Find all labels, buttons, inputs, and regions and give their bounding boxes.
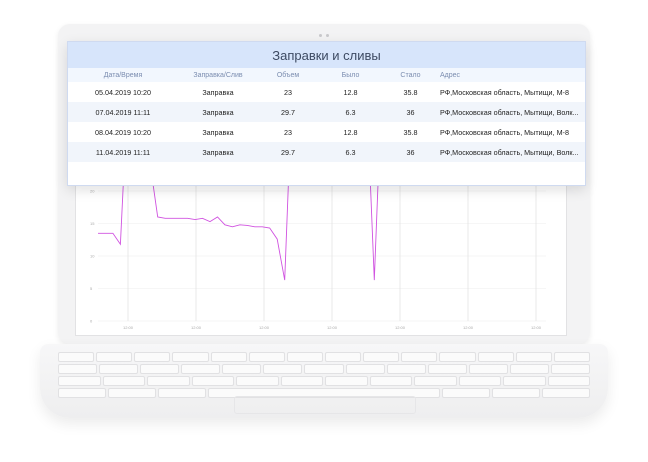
y-tick-label: 10 [90, 254, 95, 259]
cell-address: РФ,Московская область, Мытищи, Волк... [440, 147, 579, 157]
cell-datetime: 05.04.2019 10:20 [95, 87, 151, 97]
cell-address: РФ,Московская область, Мытищи, Волк... [440, 107, 579, 117]
col-volume[interactable]: Объем [258, 72, 318, 79]
cell-volume: 23 [284, 127, 292, 137]
table-row[interactable]: 11.04.2019 11:11 Заправка 29.7 6.3 36 РФ… [68, 142, 585, 162]
cell-datetime: 11.04.2019 11:11 [95, 147, 151, 157]
cell-address: РФ,Московская область, Мытищи, М-8 [440, 87, 569, 97]
table-row[interactable]: 08.04.2019 10:20 Заправка 23 12.8 35.8 Р… [68, 122, 585, 142]
col-address[interactable]: Адрес [438, 72, 585, 79]
popup-title: Заправки и сливы [68, 42, 585, 68]
cell-before: 12.8 [343, 127, 358, 137]
y-tick-label: 20 [90, 189, 95, 194]
refuel-popup: Заправки и сливы Дата/Время Заправка/Сли… [67, 41, 586, 186]
y-tick-label: 0 [90, 319, 93, 324]
trackpad [234, 396, 416, 414]
cell-before: 6.3 [345, 147, 356, 157]
x-tick-label: 12:00 [463, 325, 474, 330]
table-row[interactable]: 07.04.2019 11:11 Заправка 29.7 6.3 36 РФ… [68, 102, 585, 122]
cell-address: РФ,Московская область, Мытищи, М-8 [440, 127, 569, 137]
y-tick-label: 15 [90, 221, 95, 226]
cell-type: Заправка [202, 127, 234, 137]
col-datetime[interactable]: Дата/Время [68, 72, 178, 79]
cell-before: 12.8 [343, 87, 358, 97]
table-header: Дата/Время Заправка/Слив Объем Было Стал… [68, 68, 585, 82]
cell-datetime: 07.04.2019 11:11 [95, 107, 151, 117]
x-tick-label: 12:00 [191, 325, 202, 330]
table-row[interactable]: 05.04.2019 10:20 Заправка 23 12.8 35.8 Р… [68, 82, 585, 102]
cell-after: 35.8 [403, 127, 418, 137]
cell-before: 6.3 [345, 107, 356, 117]
cell-after: 35.8 [403, 87, 418, 97]
x-tick-label: 12:00 [123, 325, 134, 330]
x-tick-label: 12:00 [259, 325, 270, 330]
col-type[interactable]: Заправка/Слив [178, 72, 258, 79]
y-tick-label: 5 [90, 286, 93, 291]
cell-datetime: 08.04.2019 10:20 [95, 127, 151, 137]
cell-after: 36 [406, 107, 415, 117]
cell-volume: 23 [284, 87, 292, 97]
camera-icon [319, 34, 329, 37]
col-before[interactable]: Было [318, 72, 383, 79]
keyboard [58, 352, 591, 398]
cell-type: Заправка [202, 87, 234, 97]
x-tick-label: 12:00 [327, 325, 338, 330]
cell-after: 36 [406, 147, 415, 157]
cell-volume: 29.7 [281, 107, 295, 117]
x-tick-label: 12:00 [531, 325, 542, 330]
x-tick-label: 12:00 [395, 325, 406, 330]
cell-type: Заправка [202, 147, 234, 157]
cell-volume: 29.7 [281, 147, 295, 157]
col-after[interactable]: Стало [383, 72, 438, 79]
cell-type: Заправка [202, 107, 234, 117]
